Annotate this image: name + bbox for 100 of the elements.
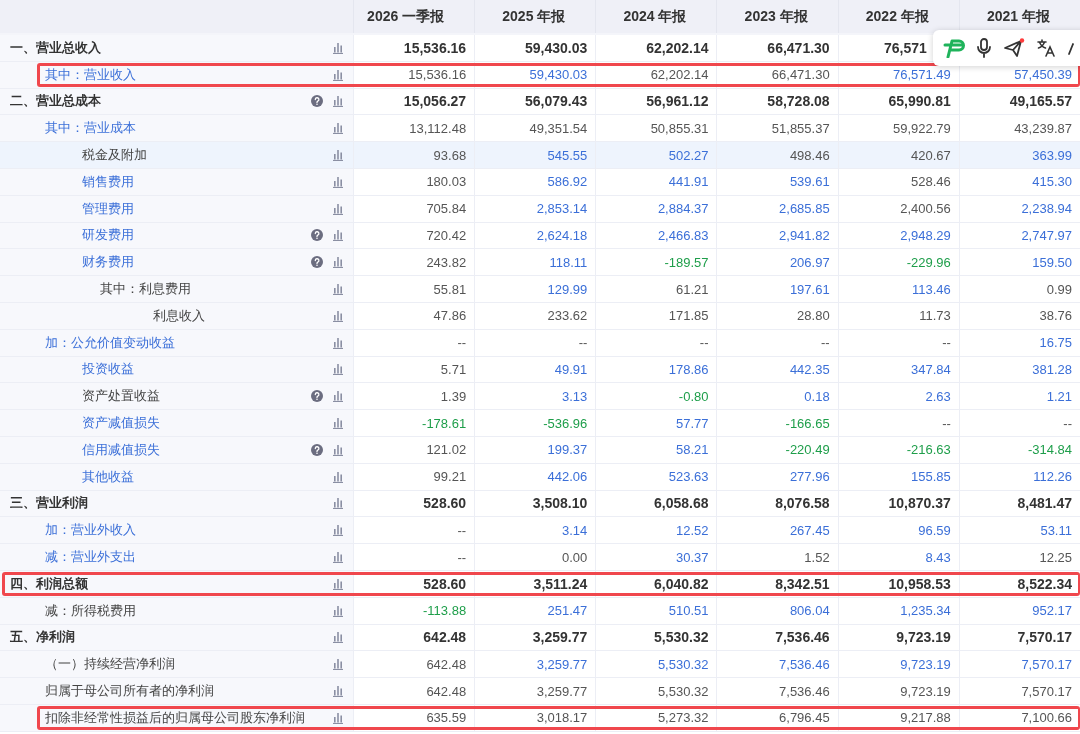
value-link[interactable]: 76,571.49	[893, 67, 951, 83]
table-cell: 7,536.46	[775, 629, 830, 646]
value-link[interactable]: 381.28	[1032, 361, 1072, 377]
row-label-link[interactable]: 其中：营业收入	[45, 65, 136, 84]
row-label: 税金及附加	[82, 146, 147, 165]
value-link[interactable]: 9,723.19	[900, 656, 951, 672]
table-cell: 1.52	[804, 549, 830, 565]
value-link[interactable]: 2,238.94	[1021, 201, 1072, 217]
row-label-link[interactable]: 管理费用	[82, 199, 134, 218]
value-link[interactable]: 441.91	[668, 174, 709, 190]
value-link[interactable]: 2,685.85	[779, 201, 830, 217]
value-link[interactable]: 59,430.03	[529, 67, 588, 83]
row-label: （一）持续经营净利润	[45, 655, 175, 674]
value-link[interactable]: 7,536.46	[779, 656, 830, 672]
value-link[interactable]: 178.86	[668, 361, 709, 377]
value-link[interactable]: 30.37	[675, 549, 709, 565]
table-cell: 11.73	[919, 308, 951, 324]
row-label: 归属于母公司所有者的净利润	[45, 682, 214, 700]
table-cell: 49,165.57	[1009, 93, 1072, 110]
value-link[interactable]: 159.50	[1032, 254, 1072, 270]
value-link[interactable]: 1.21	[1046, 388, 1072, 404]
row-label-link[interactable]: 研发费用	[82, 226, 134, 245]
value-link[interactable]: 199.37	[547, 442, 588, 458]
value-link[interactable]: 57,450.39	[1014, 67, 1072, 83]
table-cell: 6,040.82	[654, 575, 709, 592]
row-label-link[interactable]: 其中：营业成本	[45, 119, 136, 138]
value-link[interactable]: 415.30	[1032, 174, 1072, 190]
value-link[interactable]: 2,948.29	[900, 227, 951, 243]
value-link[interactable]: 112.26	[1033, 469, 1072, 485]
value-link[interactable]: 7,570.17	[1021, 656, 1072, 672]
value-link[interactable]: 57.77	[675, 415, 709, 431]
value-link[interactable]: 523.63	[668, 469, 709, 485]
value-link[interactable]: 113.46	[912, 281, 951, 297]
value-link[interactable]: 1,235.34	[900, 603, 951, 619]
value-link[interactable]: 3.14	[562, 522, 588, 538]
table-cell: 99.21	[433, 469, 467, 485]
table-cell: 38.76	[1039, 308, 1072, 324]
value-link[interactable]: 2,747.97	[1021, 227, 1072, 243]
value-link[interactable]: 510.51	[668, 603, 709, 619]
row-label-link[interactable]: 资产减值损失	[82, 414, 160, 433]
table-cell: -166.65	[785, 415, 830, 431]
value-link[interactable]: 586.92	[547, 174, 588, 190]
value-link[interactable]: 277.96	[789, 469, 830, 485]
table-cell: -314.84	[1027, 442, 1072, 458]
value-link[interactable]: 118.11	[549, 254, 588, 270]
row-label-link[interactable]: 财务费用	[82, 253, 134, 272]
value-link[interactable]: 206.97	[789, 254, 830, 270]
row-label: 扣除非经常性损益后的归属母公司股东净利润	[45, 708, 305, 727]
table-cell: 5,530.32	[654, 629, 709, 646]
value-link[interactable]: 12.52	[675, 522, 709, 538]
table-cell: --	[942, 335, 951, 351]
row-label-link[interactable]: 销售费用	[82, 172, 134, 191]
value-link[interactable]: 2,941.82	[779, 227, 830, 243]
value-link[interactable]: 16.75	[1039, 335, 1072, 351]
value-link[interactable]: 2,624.18	[536, 227, 588, 243]
value-link[interactable]: 155.85	[911, 469, 951, 485]
value-link[interactable]: 2,466.83	[657, 227, 709, 243]
value-link[interactable]: 3.13	[562, 388, 588, 404]
value-link[interactable]: 442.06	[547, 469, 588, 485]
value-link[interactable]: 2.63	[925, 388, 951, 404]
table-cell: 59,922.79	[893, 120, 951, 136]
value-link[interactable]: 49.91	[554, 361, 588, 377]
table-cell: 171.85	[668, 308, 709, 324]
value-link[interactable]: 347.84	[911, 361, 951, 377]
row-label-link[interactable]: 其他收益	[82, 467, 134, 486]
value-link[interactable]: 267.45	[789, 522, 830, 538]
row-label: 五、净利润	[10, 628, 75, 647]
table-cell: 8,522.34	[1017, 575, 1072, 592]
row-label-link[interactable]: 减：营业外支出	[45, 548, 136, 567]
value-link[interactable]: 0.18	[804, 388, 830, 404]
value-link[interactable]: 2,884.37	[657, 201, 709, 217]
table-cell: 3,259.77	[536, 683, 588, 699]
value-link[interactable]: 2,853.14	[536, 201, 588, 217]
table-cell: 0.00	[562, 549, 588, 565]
table-cell: 635.59	[426, 710, 467, 726]
value-link[interactable]: 129.99	[547, 281, 588, 297]
table-cell: 498.46	[789, 147, 830, 163]
value-link[interactable]: 5,530.32	[657, 656, 709, 672]
row-label-link[interactable]: 信用减值损失	[82, 440, 160, 459]
value-link[interactable]: 251.47	[547, 603, 588, 619]
row-label-link[interactable]: 投资收益	[82, 360, 134, 379]
table-cell: 62,202.14	[646, 39, 709, 56]
table-cell: 66,471.30	[771, 67, 830, 83]
value-link[interactable]: 197.61	[789, 281, 830, 297]
value-link[interactable]: 3,259.77	[536, 656, 588, 672]
row-label-link[interactable]: 加：营业外收入	[45, 521, 136, 540]
table-cell: 47.86	[433, 308, 467, 324]
value-link[interactable]: 96.59	[918, 522, 951, 538]
table-cell: 61.21	[675, 281, 709, 297]
table-cell: 3,259.77	[532, 629, 588, 646]
table-cell: 1.39	[440, 388, 467, 404]
value-link[interactable]: 8.43	[925, 549, 951, 565]
value-link[interactable]: 53.11	[1040, 522, 1072, 538]
value-link[interactable]: 442.35	[789, 361, 830, 377]
value-link[interactable]: 806.04	[789, 603, 830, 619]
value-link[interactable]: 952.17	[1032, 603, 1072, 619]
value-link[interactable]: 539.61	[789, 174, 830, 190]
value-link[interactable]: 58.21	[675, 442, 709, 458]
row-label: 资产处置收益	[82, 387, 160, 406]
table-cell: 5.71	[440, 361, 467, 377]
